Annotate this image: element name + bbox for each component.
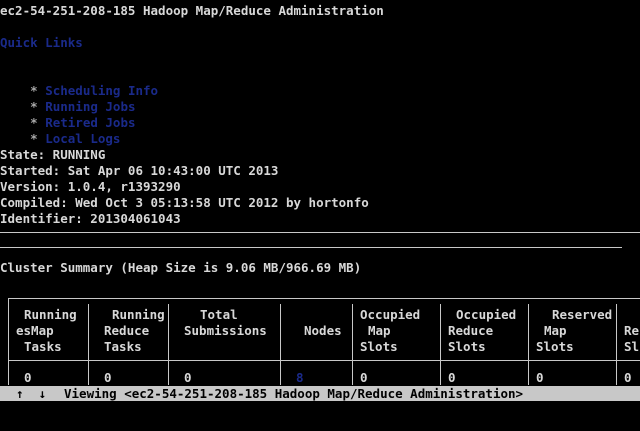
quick-link-item[interactable]: * Local Logs [0,115,120,146]
header-occupied-map-slots-1: Occupied [360,307,421,322]
status-viewing-text: Viewing <ec2-54-251-208-185 Hadoop Map/R… [64,386,524,401]
table-border [8,298,640,299]
value-occupied-reduce-slots: 0 [448,370,456,385]
header-occupied-reduce-slots-2: Reduce [448,323,494,338]
state-line: State: RUNNING [0,147,106,162]
header-reserved-map-slots-3: Slots [536,339,574,354]
header-running-map-tasks-1: Running [24,307,77,322]
compiled-line: Compiled: Wed Oct 3 05:13:58 UTC 2012 by… [0,195,369,210]
status-bar: ↑ ↓ Viewing <ec2-54-251-208-185 Hadoop M… [0,386,640,401]
header-occupied-map-slots-3: Slots [360,339,398,354]
value-occupied-map-slots: 0 [360,370,368,385]
value-running-map-tasks: 0 [24,370,32,385]
cluster-summary-table: Running esMap Tasks Running Reduce Tasks… [0,290,640,385]
header-occupied-map-slots-2: Map [368,323,391,338]
version-line: Version: 1.0.4, r1393290 [0,179,181,194]
header-running-map-tasks-3: Tasks [24,339,62,354]
header-total-submissions-1: Total [200,307,238,322]
quick-links-heading: Quick Links [0,35,83,50]
header-total-submissions-2: Submissions [184,323,267,338]
table-border [352,304,353,385]
header-running-reduce-tasks-1: Running [112,307,165,322]
header-running-map-tasks-2: esMap [16,323,54,338]
identifier-line: Identifier: 201304061043 [0,211,181,226]
header-reserved-map-slots-2: Map [544,323,567,338]
table-border [280,304,281,385]
horizontal-rule [0,232,640,233]
header-reserved-reduce-slots-1: Re [624,323,640,338]
link-local-logs[interactable]: Local Logs [45,131,120,146]
quick-link-item[interactable]: * Retired Jobs [0,99,135,130]
table-border [616,304,617,385]
table-border [528,304,529,385]
started-line: Started: Sat Apr 06 10:43:00 UTC 2013 [0,163,279,178]
header-running-reduce-tasks-2: Reduce [104,323,150,338]
value-total-submissions: 0 [184,370,192,385]
value-reserved-map-slots: 0 [536,370,544,385]
table-border [88,304,89,385]
header-running-reduce-tasks-3: Tasks [104,339,142,354]
value-nodes-link[interactable]: 8 [296,370,304,386]
value-running-reduce-tasks: 0 [104,370,112,385]
quick-link-item[interactable]: * Scheduling Info [0,67,158,98]
bullet-icon: * [30,130,38,146]
quick-link-item[interactable]: * Running Jobs [0,83,135,114]
table-border [168,304,169,385]
header-reserved-map-slots-1: Reserved [552,307,613,322]
table-border [8,360,640,361]
table-border [8,298,9,385]
header-occupied-reduce-slots-1: Occupied [456,307,517,322]
header-reserved-reduce-slots-2: Sl [624,339,640,354]
header-nodes: Nodes [304,323,342,338]
cluster-summary-heading: Cluster Summary (Heap Size is 9.06 MB/96… [0,260,362,275]
scroll-arrows-icon[interactable]: ↑ ↓ [16,386,46,401]
header-occupied-reduce-slots-3: Slots [448,339,486,354]
horizontal-rule [0,247,622,248]
table-border [440,304,441,385]
page-title: ec2-54-251-208-185 Hadoop Map/Reduce Adm… [0,3,384,18]
value-reserved-reduce-slots: 0 [624,370,632,385]
